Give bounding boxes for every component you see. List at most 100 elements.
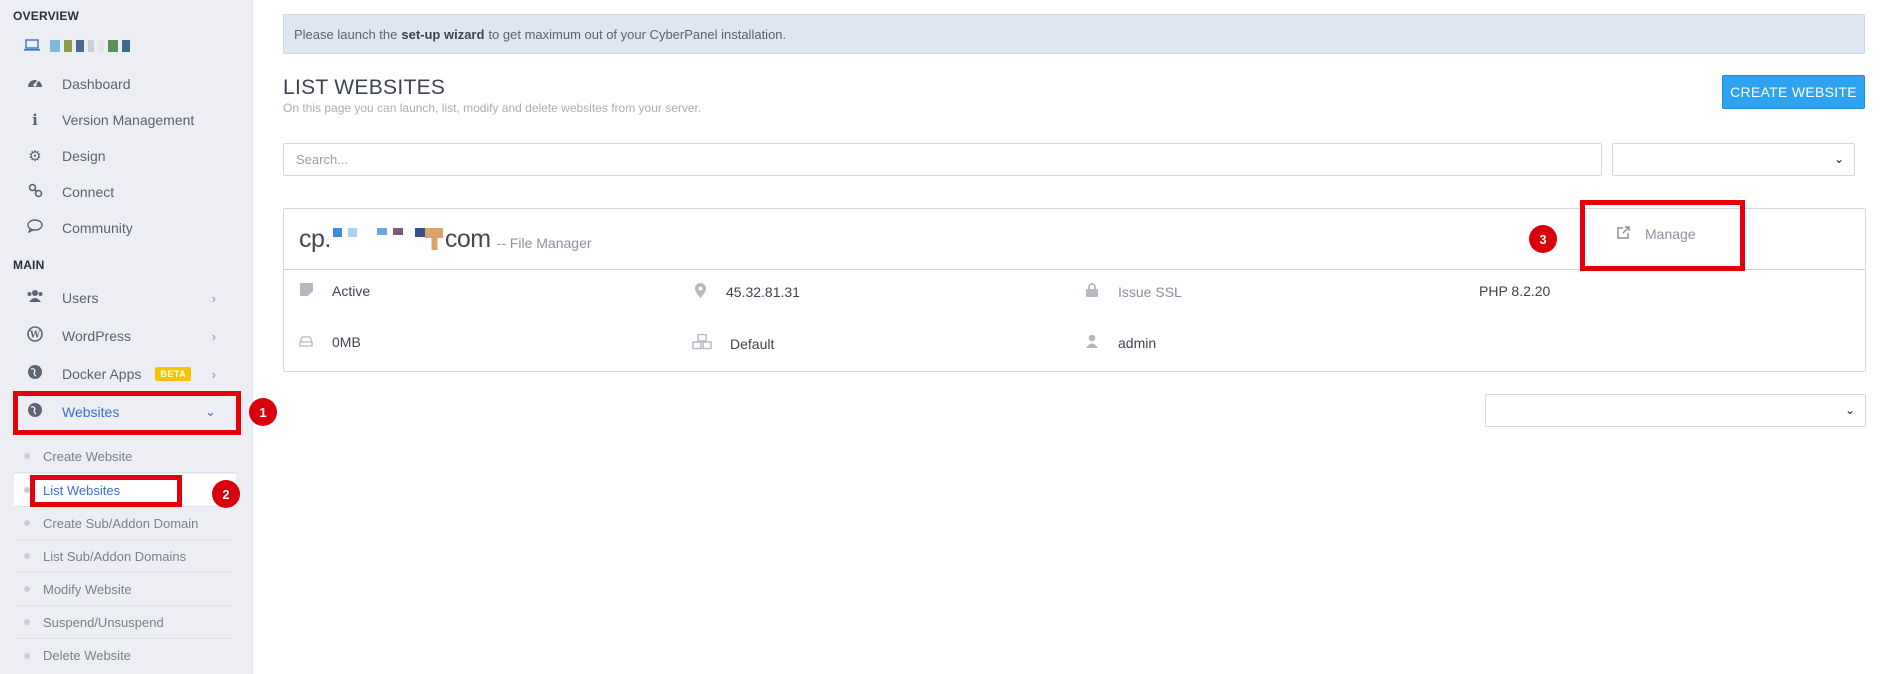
setup-wizard-alert: Please launch the set-up wizard to get m… xyxy=(283,14,1865,54)
submenu-modify-website[interactable]: Modify Website xyxy=(14,573,236,606)
disk-cell: 0MB xyxy=(298,334,361,350)
submenu-list-sub-addon-domains[interactable]: List Sub/Addon Domains xyxy=(14,540,236,573)
sidebar-item-label: Users xyxy=(62,290,99,306)
submenu-create-sub-addon-domain[interactable]: Create Sub/Addon Domain xyxy=(14,507,236,540)
sidebar-item-dashboard[interactable]: Dashboard xyxy=(14,67,234,101)
website-card-header: cp. com -- File Manager Manage xyxy=(284,209,1865,270)
bullet-icon xyxy=(24,553,30,559)
redacted-domain xyxy=(332,227,443,252)
user-icon xyxy=(1084,334,1100,351)
chevron-down-icon: ⌄ xyxy=(205,404,216,419)
submenu-suspend-unsuspend[interactable]: Suspend/Unsuspend xyxy=(14,606,236,639)
step-badge-1: 1 xyxy=(249,398,277,426)
sidebar-item-label: Community xyxy=(62,220,133,236)
setup-wizard-link[interactable]: set-up wizard xyxy=(401,27,484,42)
sidebar-item-label: Docker Apps xyxy=(62,366,142,382)
sidebar-item-docker-apps[interactable]: Docker Apps BETA › xyxy=(14,357,234,391)
gear-icon: ⚙ xyxy=(28,148,42,165)
server-hostname xyxy=(24,38,130,54)
submenu-label: Modify Website xyxy=(43,581,132,597)
php-version: PHP 8.2.20 xyxy=(1479,283,1551,299)
sidebar-item-label: Design xyxy=(62,148,106,164)
link-icon xyxy=(24,183,46,202)
pagination-select[interactable]: ⌄ xyxy=(1485,394,1866,427)
main-section-title: MAIN xyxy=(13,258,45,272)
chevron-right-icon: › xyxy=(211,328,216,344)
package-cell: Default xyxy=(692,333,775,353)
submenu-create-website[interactable]: Create Website xyxy=(14,440,236,473)
php-cell: PHP 8.2.20 xyxy=(1479,283,1550,299)
create-website-button[interactable]: CREATE WEBSITE xyxy=(1722,75,1865,109)
search-input[interactable] xyxy=(283,143,1602,176)
submenu-label: Suspend/Unsuspend xyxy=(43,614,164,630)
globe-icon xyxy=(24,402,46,422)
bullet-icon xyxy=(24,652,30,659)
external-link-icon xyxy=(1616,225,1631,243)
submenu-label: Delete Website xyxy=(43,648,131,663)
owner-cell: admin xyxy=(1084,334,1156,351)
sidebar-item-label: WordPress xyxy=(62,328,131,344)
step-badge-3: 3 xyxy=(1529,225,1557,253)
info-icon: i xyxy=(32,111,38,129)
sidebar-item-label: Version Management xyxy=(62,112,195,128)
hdd-icon xyxy=(298,334,314,350)
sticky-note-icon xyxy=(298,283,314,299)
sidebar-item-version-management[interactable]: i Version Management xyxy=(14,103,234,137)
users-icon xyxy=(24,289,46,307)
sidebar-item-community[interactable]: Community xyxy=(14,211,234,245)
manage-label: Manage xyxy=(1645,226,1696,242)
disk-usage-value: 0MB xyxy=(332,334,361,350)
status-cell: Active xyxy=(298,283,370,299)
bullet-icon xyxy=(24,487,30,493)
sidebar-item-label: Dashboard xyxy=(62,76,131,92)
chevron-down-icon: ⌄ xyxy=(1833,152,1844,166)
wordpress-icon: W xyxy=(24,326,46,346)
bullet-icon xyxy=(24,586,30,592)
status-value: Active xyxy=(332,283,371,299)
bullet-icon xyxy=(24,453,30,459)
sidebar-item-users[interactable]: Users › xyxy=(14,281,234,315)
file-manager-link[interactable]: -- File Manager xyxy=(497,235,592,251)
submenu-list-websites[interactable]: List Websites xyxy=(14,474,236,507)
website-card: cp. com -- File Manager Manage Active 45… xyxy=(283,208,1866,372)
bullet-icon xyxy=(24,619,30,625)
globe-icon xyxy=(24,364,46,384)
dashboard-icon xyxy=(24,75,46,93)
chat-icon xyxy=(24,219,46,237)
beta-badge: BETA xyxy=(155,367,192,381)
cubes-icon xyxy=(692,333,712,353)
submenu-label: List Websites xyxy=(43,482,121,498)
filter-select[interactable]: ⌄ xyxy=(1612,143,1855,176)
alert-suffix: to get maximum out of your CyberPanel in… xyxy=(488,26,787,42)
submenu-label: Create Website xyxy=(43,448,133,464)
ip-value: 45.32.81.31 xyxy=(726,284,800,300)
chevron-down-icon: ⌄ xyxy=(1844,403,1855,417)
manage-link[interactable]: Manage xyxy=(1616,225,1696,243)
package-value: Default xyxy=(730,335,775,352)
overview-section-title: OVERVIEW xyxy=(13,9,80,23)
submenu-delete-website[interactable]: Delete Website xyxy=(14,639,236,672)
issue-ssl-link[interactable]: Issue SSL xyxy=(1118,284,1182,300)
ssl-cell[interactable]: Issue SSL xyxy=(1084,283,1182,300)
lock-icon xyxy=(1084,283,1100,300)
alert-prefix: Please launch the xyxy=(294,26,398,42)
domain-suffix: com xyxy=(444,225,491,253)
domain-prefix: cp. xyxy=(299,225,331,253)
website-domain[interactable]: cp. com -- File Manager xyxy=(299,225,592,254)
map-marker-icon xyxy=(692,283,708,301)
svg-text:W: W xyxy=(29,331,41,341)
submenu-label: List Sub/Addon Domains xyxy=(43,548,187,564)
sidebar-item-wordpress[interactable]: W WordPress › xyxy=(14,319,234,353)
page-title: LIST WEBSITES xyxy=(283,76,446,99)
sidebar-item-label: Websites xyxy=(62,404,120,420)
bullet-icon xyxy=(24,520,30,526)
page-subtitle: On this page you can launch, list, modif… xyxy=(283,101,702,115)
sidebar-item-design[interactable]: ⚙ Design xyxy=(14,139,234,173)
sidebar-item-websites[interactable]: Websites ⌄ xyxy=(14,395,234,429)
sidebar-item-connect[interactable]: Connect xyxy=(14,175,234,209)
chevron-right-icon: › xyxy=(211,366,216,382)
chevron-right-icon: › xyxy=(211,290,216,306)
step-badge-2: 2 xyxy=(212,480,240,508)
sidebar: OVERVIEW Dashboard i Version Management … xyxy=(0,0,253,674)
ip-cell: 45.32.81.31 xyxy=(692,283,800,301)
